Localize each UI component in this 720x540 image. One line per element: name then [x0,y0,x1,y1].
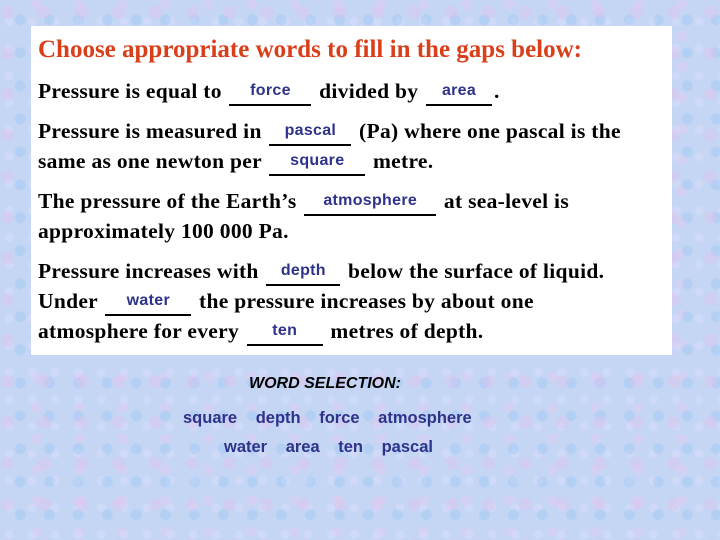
word-option[interactable]: depth [256,409,301,427]
answer-force: force [250,82,291,99]
gap-depth[interactable]: depth [266,262,341,286]
answer-atmosphere: atmosphere [323,192,418,209]
text: atmosphere for every [38,319,245,343]
answer-water: water [126,292,170,309]
gap-force[interactable]: force [229,82,312,106]
text: The pressure of the Earth’s [38,189,303,213]
gap-atmosphere[interactable]: atmosphere [304,192,437,216]
gap-pascal[interactable]: pascal [269,122,352,146]
answer-square: square [290,152,345,169]
paragraph-pressure-units: Pressure is measured in pascal (Pa) wher… [38,116,672,176]
text: metres of depth. [324,319,484,343]
word-selection-title: WORD SELECTION: [249,375,401,392]
word-option[interactable]: ten [338,438,363,456]
paragraph-depth-pressure: Pressure increases with depth below the … [38,256,672,346]
text: Pressure increases with [38,259,265,283]
gap-area[interactable]: area [426,82,492,106]
text: below the surface of liquid. [342,259,605,283]
text: Under [38,289,104,313]
answer-area: area [441,82,477,99]
worksheet-panel: Choose appropriate words to fill in the … [31,26,672,355]
text: approximately 100 000 Pa. [38,219,289,243]
paragraph-atmospheric-pressure: The pressure of the Earth’s atmosphere a… [38,186,672,246]
word-option[interactable]: square [183,409,237,427]
text: metre. [367,149,434,173]
text: . [494,79,500,103]
gap-ten[interactable]: ten [246,322,323,346]
worksheet-title: Choose appropriate words to fill in the … [38,36,583,63]
answer-pascal: pascal [284,122,337,139]
gap-water[interactable]: water [105,292,192,316]
text: Pressure is equal to [38,79,228,103]
answer-ten: ten [272,322,298,339]
paragraph-pressure-definition: Pressure is equal to force divided by ar… [38,76,672,106]
word-option[interactable]: pascal [382,438,433,456]
text: same as one newton per [38,149,268,173]
word-row-1: square depth force atmosphere [183,409,486,428]
gap-square[interactable]: square [269,152,366,176]
text: divided by [313,79,424,103]
word-row-2: water area ten pascal [224,438,447,457]
word-option[interactable]: atmosphere [378,409,472,427]
text: Pressure is measured in [38,119,268,143]
word-option[interactable]: area [286,438,320,456]
text: (Pa) where one pascal is the [353,119,621,143]
word-option[interactable]: water [224,438,267,456]
answer-depth: depth [280,262,326,279]
word-option[interactable]: force [319,409,359,427]
text: at sea-level is [438,189,569,213]
text: the pressure increases by about one [193,289,534,313]
